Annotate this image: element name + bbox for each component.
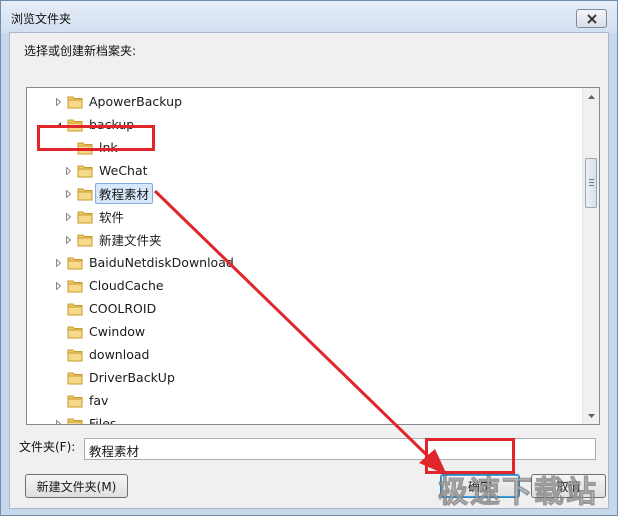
browse-folder-dialog: 浏览文件夹 选择或创建新档案夹: ApowerBackup backup lnk We…	[0, 0, 618, 516]
annotation-arrow	[153, 189, 447, 475]
watermark-text: 极速下载站	[438, 475, 598, 511]
